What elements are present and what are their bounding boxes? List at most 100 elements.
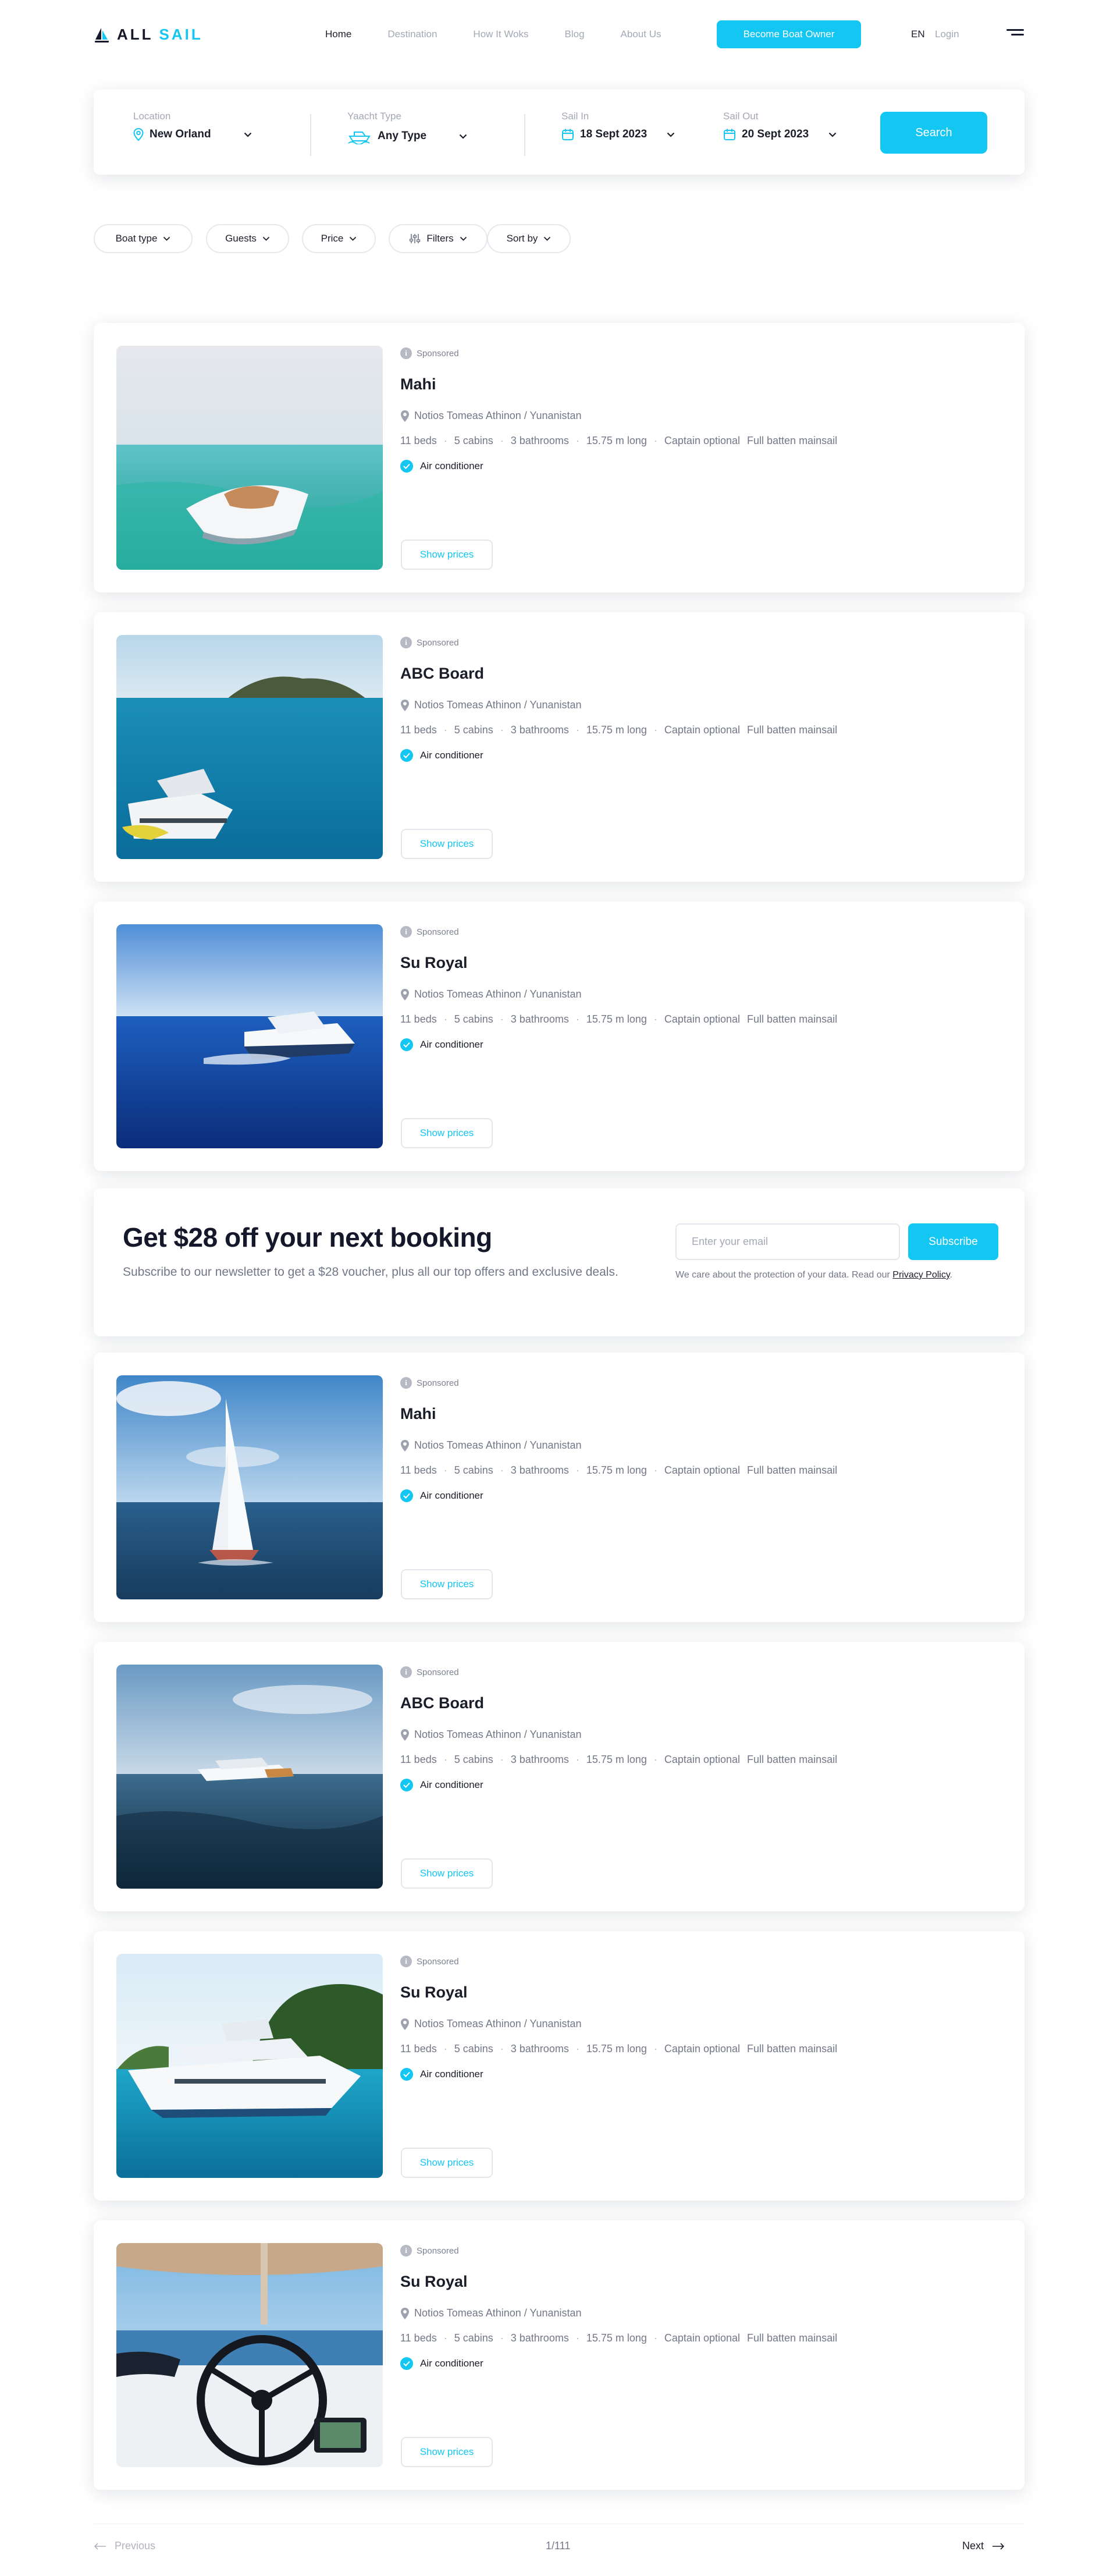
info-icon: i — [400, 2245, 412, 2256]
amenity: Air conditioner — [400, 1489, 1001, 1502]
boat-name[interactable]: Su Royal — [400, 1984, 1001, 2002]
listing-card[interactable]: i Sponsored Su Royal Notios Tomeas Athino… — [94, 1931, 1024, 2201]
nav-item-how-it-works[interactable]: How It Woks — [473, 29, 528, 40]
boat-specs: 11 beds · 5 cabins · 3 bathrooms · 15.75 m lon… — [400, 1464, 838, 1476]
sponsored-label: Sponsored — [417, 1378, 459, 1388]
listing-details: i Sponsored Mahi Notios Tomeas Athinon / … — [400, 347, 1001, 473]
brand-logo[interactable]: ALL SAIL — [94, 26, 203, 44]
boat-name[interactable]: Su Royal — [400, 2273, 1001, 2291]
hamburger-icon[interactable] — [1006, 29, 1024, 38]
spec-bathrooms: 3 bathrooms — [510, 2332, 569, 2344]
nav-item-blog[interactable]: Blog — [565, 29, 585, 40]
map-pin-icon — [401, 988, 409, 1000]
search-button[interactable]: Search — [880, 112, 987, 154]
yacht-photo[interactable] — [116, 924, 383, 1148]
nav-item-destination[interactable]: Destination — [387, 29, 437, 40]
language-selector[interactable]: EN — [911, 29, 925, 40]
sail-logo-icon — [95, 27, 109, 42]
email-input[interactable] — [675, 1223, 900, 1260]
listing-card[interactable]: i Sponsored ABC Board Notios Tomeas Athin… — [94, 1642, 1024, 1911]
yacht-photo[interactable] — [116, 2243, 383, 2467]
main-nav: Home Destination How It Woks Blog About … — [325, 29, 697, 40]
previous-page-button[interactable]: Previous — [94, 2540, 155, 2552]
listing-card[interactable]: i Sponsored Su Royal Notios Tomeas Athino… — [94, 902, 1024, 1171]
newsletter-text: Subscribe to our newsletter to get a $28… — [123, 1265, 618, 1279]
spec-mainsail: Full batten mainsail — [747, 1464, 838, 1476]
boat-specs: 11 beds · 5 cabins · 3 bathrooms · 15.75 m lon… — [400, 435, 838, 446]
sponsored-badge: i Sponsored — [400, 926, 1001, 938]
filter-boat-type[interactable]: Boat type — [94, 224, 193, 253]
show-prices-button[interactable]: Show prices — [401, 1858, 493, 1889]
chevron-down-icon — [459, 134, 467, 139]
yacht-photo-image — [116, 2243, 383, 2467]
yacht-type-field[interactable]: Yaacht Type Any Type — [347, 111, 467, 144]
yacht-photo[interactable] — [116, 346, 383, 570]
sponsored-label: Sponsored — [417, 637, 459, 648]
filter-label: Guests — [225, 233, 257, 244]
show-prices-button[interactable]: Show prices — [401, 2437, 493, 2467]
show-prices-button[interactable]: Show prices — [401, 540, 493, 570]
yacht-photo[interactable] — [116, 635, 383, 859]
brand-name-part2: SAIL — [159, 26, 203, 43]
nav-item-about-us[interactable]: About Us — [621, 29, 661, 40]
next-label: Next — [962, 2540, 984, 2552]
boat-location: Notios Tomeas Athinon / Yunanistan — [414, 988, 582, 1000]
privacy-policy-link[interactable]: Privacy Policy — [892, 1270, 949, 1280]
filter-label: Boat type — [115, 233, 158, 244]
boat-name[interactable]: Su Royal — [400, 954, 1001, 972]
boat-specs: 11 beds · 5 cabins · 3 bathrooms · 15.75 m lon… — [400, 2043, 838, 2055]
listing-card[interactable]: i Sponsored ABC Board Notios Tomeas Athin… — [94, 612, 1024, 882]
search-divider — [310, 114, 311, 156]
privacy-note: We care about the protection of your dat… — [675, 1270, 953, 1280]
map-pin-icon — [401, 699, 409, 711]
show-prices-button[interactable]: Show prices — [401, 829, 493, 859]
sliders-icon — [410, 234, 421, 243]
spec-bathrooms: 3 bathrooms — [510, 435, 569, 446]
boat-specs: 11 beds · 5 cabins · 3 bathrooms · 15.75 m lon… — [400, 1754, 838, 1765]
yacht-photo[interactable] — [116, 1375, 383, 1599]
filter-price[interactable]: Price — [302, 224, 376, 253]
check-icon — [400, 1038, 413, 1051]
boat-icon — [348, 132, 371, 144]
show-prices-button[interactable]: Show prices — [401, 1118, 493, 1148]
nav-item-home[interactable]: Home — [325, 29, 351, 40]
sail-out-field[interactable]: Sail Out 20 Sept 2023 — [723, 111, 837, 141]
listing-card[interactable]: i Sponsored Su Royal Notios Tomeas Athino… — [94, 2220, 1024, 2490]
subscribe-button[interactable]: Subscribe — [908, 1223, 998, 1260]
amenity: Air conditioner — [400, 749, 1001, 762]
become-boat-owner-button[interactable]: Become Boat Owner — [717, 20, 861, 48]
show-prices-button[interactable]: Show prices — [401, 2148, 493, 2178]
login-link[interactable]: Login — [935, 29, 959, 40]
listing-card[interactable]: i Sponsored Mahi Notios Tomeas Athinon / … — [94, 323, 1024, 592]
sail-in-field[interactable]: Sail In 18 Sept 2023 — [561, 111, 675, 141]
spec-beds: 11 beds — [400, 1754, 437, 1765]
spec-beds: 11 beds — [400, 435, 437, 446]
amenity: Air conditioner — [400, 460, 1001, 473]
amenity-label: Air conditioner — [420, 1779, 483, 1790]
spec-captain: Captain optional — [664, 1754, 741, 1765]
show-prices-button[interactable]: Show prices — [401, 1569, 493, 1599]
boat-name[interactable]: ABC Board — [400, 665, 1001, 683]
yacht-photo[interactable] — [116, 1665, 383, 1889]
map-pin-icon — [401, 1439, 409, 1452]
spec-length: 15.75 m long — [586, 435, 647, 446]
boat-name[interactable]: ABC Board — [400, 1694, 1001, 1712]
newsletter-title: Get $28 off your next booking — [123, 1222, 492, 1252]
boat-name[interactable]: Mahi — [400, 1405, 1001, 1423]
arrow-left-icon — [94, 2542, 106, 2550]
listing-card[interactable]: i Sponsored Mahi Notios Tomeas Athinon / … — [94, 1353, 1024, 1622]
filter-guests[interactable]: Guests — [206, 224, 289, 253]
map-pin-icon — [401, 1729, 409, 1741]
filter-filters[interactable]: Filters — [389, 224, 488, 253]
next-page-button[interactable]: Next — [962, 2540, 1005, 2552]
listing-details: i Sponsored Su Royal Notios Tomeas Athino… — [400, 926, 1001, 1051]
spec-beds: 11 beds — [400, 2043, 437, 2055]
location-field[interactable]: Location New Orland — [133, 111, 252, 141]
filter-sort-by[interactable]: Sort by — [487, 224, 571, 253]
chevron-down-icon — [828, 132, 837, 137]
chevron-down-icon — [544, 236, 551, 241]
amenity-label: Air conditioner — [420, 2068, 483, 2080]
boat-name[interactable]: Mahi — [400, 375, 1001, 393]
boat-location: Notios Tomeas Athinon / Yunanistan — [414, 1439, 582, 1451]
yacht-photo[interactable] — [116, 1954, 383, 2178]
